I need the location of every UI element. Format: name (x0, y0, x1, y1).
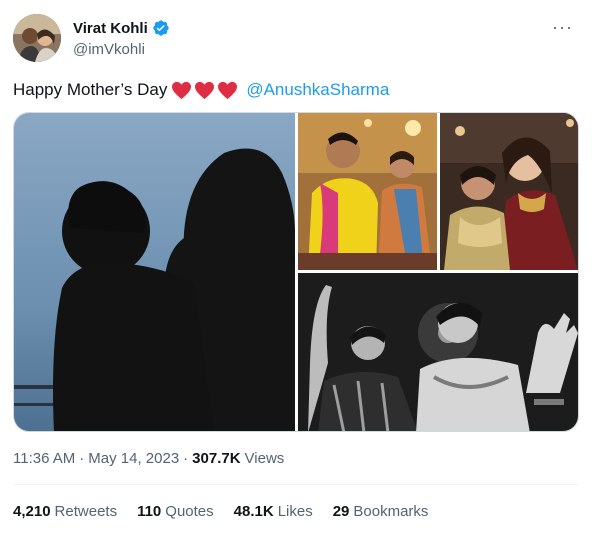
bookmarks-count: 29 (332, 503, 350, 520)
tweet-time[interactable]: 11:36 AM (13, 450, 75, 467)
red-heart-icon (194, 81, 215, 100)
author-handle[interactable]: @imVkohli (73, 41, 145, 58)
tweet-text-body: Happy Mother’s Day (13, 80, 168, 99)
meta-separator: · (183, 450, 189, 467)
retweets-stat[interactable]: 4,210 Retweets (13, 503, 117, 520)
photo-silhouette[interactable] (14, 113, 295, 431)
likes-stat[interactable]: 48.1K Likes (234, 503, 313, 520)
mention-link[interactable]: @AnushkaSharma (246, 80, 389, 100)
media-grid (13, 112, 579, 432)
views-count: 307.7K (192, 450, 241, 467)
author-name-row[interactable]: Virat Kohli (73, 19, 170, 37)
author-avatar[interactable] (13, 14, 61, 62)
views-label: Views (244, 450, 285, 467)
author-display-name[interactable]: Virat Kohli (73, 20, 148, 37)
tweet-card: Virat Kohli @imVkohli ··· Happy Mother’s… (0, 0, 592, 536)
retweets-label: Retweets (54, 503, 118, 520)
photo-dancing[interactable] (298, 273, 578, 431)
likes-label: Likes (277, 503, 313, 520)
photo-celebration[interactable] (298, 113, 437, 270)
bookmarks-stat[interactable]: 29 Bookmarks (333, 503, 429, 520)
red-heart-icon (171, 81, 192, 100)
tweet-meta: 11:36 AM · May 14, 2023 · 307.7K Views (13, 450, 284, 467)
quotes-count: 110 (137, 503, 162, 520)
retweets-count: 4,210 (13, 503, 51, 520)
red-heart-icon (217, 81, 238, 100)
quotes-label: Quotes (165, 503, 214, 520)
tweet-date[interactable]: May 14, 2023 (88, 450, 179, 467)
tweet-text: Happy Mother’s Day @AnushkaSharma (13, 80, 389, 100)
photo-embrace[interactable] (440, 113, 578, 270)
quotes-stat[interactable]: 110 Quotes (137, 503, 214, 520)
avatar-image (13, 14, 61, 62)
divider (13, 484, 579, 485)
meta-separator: · (79, 450, 85, 467)
more-options-icon[interactable]: ··· (552, 18, 573, 36)
hearts-group (171, 81, 238, 100)
verified-badge-icon (152, 19, 170, 37)
bookmarks-label: Bookmarks (353, 503, 429, 520)
engagement-stats: 4,210 Retweets 110 Quotes 48.1K Likes 29… (13, 503, 428, 520)
likes-count: 48.1K (233, 503, 274, 520)
